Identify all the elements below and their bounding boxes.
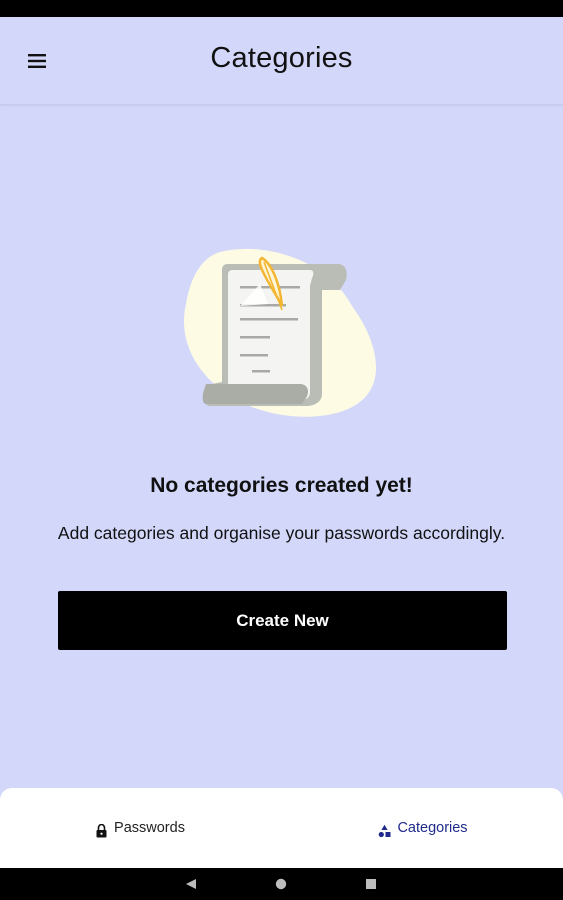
empty-state-title: No categories created yet! xyxy=(150,474,413,497)
app-bar: Categories xyxy=(0,17,563,105)
back-button[interactable] xyxy=(183,876,199,892)
status-bar xyxy=(0,0,563,17)
system-navigation-bar xyxy=(0,868,563,900)
home-icon xyxy=(275,878,287,890)
tab-categories[interactable]: Categories xyxy=(283,788,563,868)
empty-state-subtitle: Add categories and organise your passwor… xyxy=(57,523,506,543)
tab-categories-label: Categories xyxy=(397,820,468,836)
scroll-document-quill-illustration xyxy=(183,248,376,417)
recents-icon xyxy=(366,879,376,889)
lock-icon xyxy=(96,824,107,838)
page-title: Categories xyxy=(210,42,353,74)
tab-passwords-label: Passwords xyxy=(114,820,185,836)
tab-passwords[interactable]: Passwords xyxy=(0,788,280,868)
bottom-navigation: Passwords Categories xyxy=(0,788,563,868)
app-screen: Categories No categories created yet! Ad… xyxy=(0,0,563,900)
recents-button[interactable] xyxy=(363,876,379,892)
create-new-label: Create New xyxy=(236,610,329,630)
back-icon xyxy=(186,879,196,889)
home-button[interactable] xyxy=(273,876,289,892)
create-new-button[interactable]: Create New xyxy=(58,591,507,650)
categories-icon xyxy=(379,824,391,838)
